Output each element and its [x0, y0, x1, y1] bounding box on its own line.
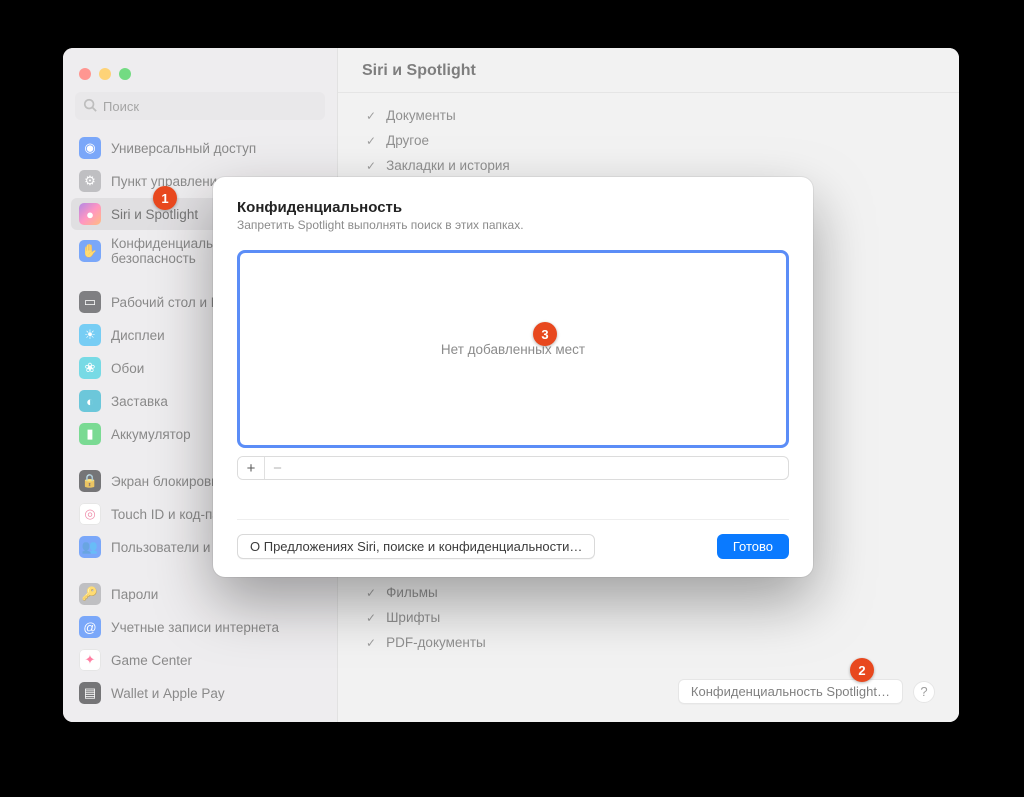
close-window-icon[interactable]: [79, 68, 91, 80]
sidebar-item-icon: ▭: [79, 291, 101, 313]
add-location-button[interactable]: +: [238, 457, 264, 479]
sidebar-item-icon: ●: [79, 203, 101, 225]
sidebar-item-icon: ⚙: [79, 170, 101, 192]
search-result-item[interactable]: ✓ Документы: [366, 103, 931, 128]
results-list-top: ✓ Документы ✓ Другое ✓ Закладки и история: [338, 93, 959, 188]
search-icon: [83, 98, 97, 112]
sidebar-item-icon: ❀: [79, 357, 101, 379]
sidebar-item-label: Дисплеи: [111, 328, 165, 343]
empty-state-text: Нет добавленных мест: [441, 342, 585, 357]
privacy-locations-dropzone[interactable]: Нет добавленных мест: [237, 250, 789, 448]
check-icon: ✓: [366, 586, 376, 600]
sidebar-item-label: Пароли: [111, 587, 158, 602]
sidebar-item-label: Учетные записи интернета: [111, 620, 279, 635]
fullscreen-window-icon[interactable]: [119, 68, 131, 80]
main-header: Siri и Spotlight: [338, 48, 959, 93]
sidebar-item-label: Siri и Spotlight: [111, 207, 198, 222]
search-result-label: Шрифты: [386, 610, 440, 625]
results-list-bottom: ✓ Фильмы ✓ Шрифты ✓ PDF-документы: [338, 570, 959, 665]
sidebar-item[interactable]: ✦ Game Center: [71, 644, 329, 676]
done-button[interactable]: Готово: [717, 534, 789, 559]
check-icon: ✓: [366, 636, 376, 650]
sidebar-item-icon: ◉: [79, 137, 101, 159]
help-button[interactable]: ?: [913, 681, 935, 703]
sidebar-item-icon: ✦: [79, 649, 101, 671]
search-result-item[interactable]: ✓ Фильмы: [366, 580, 931, 605]
search-result-item[interactable]: ✓ PDF-документы: [366, 630, 931, 655]
sidebar-item-icon: ◎: [79, 503, 101, 525]
annotation-badge-3: 3: [533, 322, 557, 346]
search-result-item[interactable]: ✓ Шрифты: [366, 605, 931, 630]
remove-location-button[interactable]: −: [264, 457, 290, 479]
sidebar-item-label: Game Center: [111, 653, 192, 668]
check-icon: ✓: [366, 611, 376, 625]
search-input[interactable]: [75, 92, 325, 120]
sidebar-item-icon: ✋: [79, 240, 101, 262]
search-result-item[interactable]: ✓ Закладки и история: [366, 153, 931, 178]
spotlight-privacy-button[interactable]: Конфиденциальность Spotlight…: [678, 679, 903, 704]
window-controls: [63, 56, 337, 90]
sidebar-item[interactable]: @ Учетные записи интернета: [71, 611, 329, 643]
annotation-badge-1: 1: [153, 186, 177, 210]
sidebar-item-icon: @: [79, 616, 101, 638]
check-icon: ✓: [366, 109, 376, 123]
sidebar-item-label: Заставка: [111, 394, 168, 409]
sidebar-item-label: Аккумулятор: [111, 427, 191, 442]
search-result-label: Другое: [386, 133, 429, 148]
sidebar-item-icon: 🔒: [79, 470, 101, 492]
minimize-window-icon[interactable]: [99, 68, 111, 80]
privacy-modal: Конфиденциальность Запретить Spotlight в…: [213, 177, 813, 577]
about-siri-privacy-button[interactable]: О Предложениях Siri, поиске и конфиденци…: [237, 534, 595, 559]
search-result-item[interactable]: ✓ Другое: [366, 128, 931, 153]
sidebar-item-icon: ▤: [79, 682, 101, 704]
search-result-label: Фильмы: [386, 585, 438, 600]
modal-title: Конфиденциальность: [237, 199, 789, 216]
check-icon: ✓: [366, 134, 376, 148]
search-result-label: Документы: [386, 108, 456, 123]
sidebar-item-icon: 🔑: [79, 583, 101, 605]
sidebar-item[interactable]: ◉ Универсальный доступ: [71, 132, 329, 164]
sidebar-item-icon: ◐: [79, 390, 101, 412]
search-result-label: Закладки и история: [386, 158, 510, 173]
sidebar-item-label: Экран блокировки: [111, 474, 225, 489]
page-title: Siri и Spotlight: [362, 62, 935, 80]
sidebar-item-icon: ☀: [79, 324, 101, 346]
modal-subtitle: Запретить Spotlight выполнять поиск в эт…: [237, 218, 789, 232]
sidebar-item[interactable]: ▤ Wallet и Apple Pay: [71, 677, 329, 709]
sidebar-item-label: Универсальный доступ: [111, 141, 256, 156]
sidebar-item-label: Обои: [111, 361, 144, 376]
annotation-badge-2: 2: [850, 658, 874, 682]
sidebar-item-icon: ▮: [79, 423, 101, 445]
check-icon: ✓: [366, 159, 376, 173]
sidebar-item-label: Wallet и Apple Pay: [111, 686, 225, 701]
sidebar-item[interactable]: 🔑 Пароли: [71, 578, 329, 610]
add-remove-control: + −: [237, 456, 789, 480]
search-result-label: PDF-документы: [386, 635, 486, 650]
sidebar-item-icon: 👥: [79, 536, 101, 558]
